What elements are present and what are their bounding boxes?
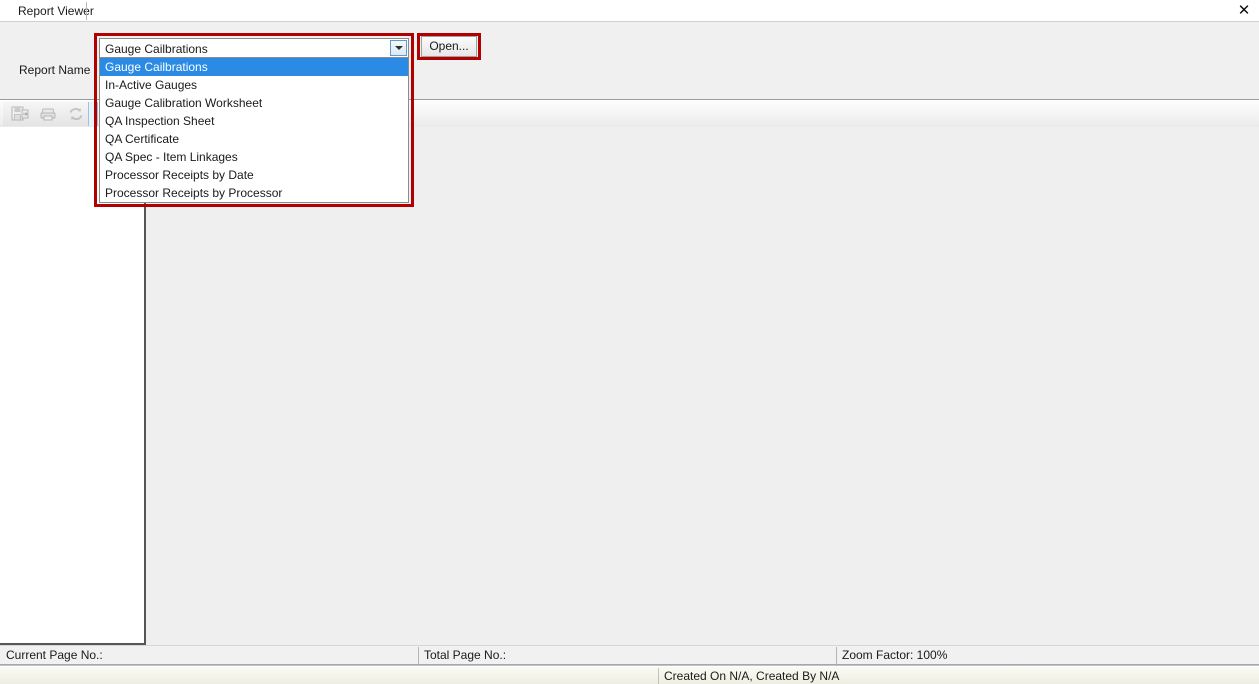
report-content-area[interactable] (146, 127, 1259, 645)
dropdown-option[interactable]: QA Inspection Sheet (100, 112, 408, 130)
zoom-factor-status: Zoom Factor: 100% (842, 648, 948, 662)
status-bar: Current Page No.: Total Page No.: Zoom F… (0, 645, 1259, 664)
current-page-status: Current Page No.: (2, 647, 419, 664)
created-info-label: Created On N/A, Created By N/A (658, 668, 839, 684)
total-page-status: Total Page No.: (420, 647, 837, 664)
dropdown-option[interactable]: QA Spec - Item Linkages (100, 148, 408, 166)
refresh-icon[interactable] (65, 105, 87, 123)
tab-divider (86, 2, 87, 20)
tab-label: Report Viewer (18, 4, 94, 18)
export-icon[interactable] (9, 105, 31, 123)
dropdown-option[interactable]: Gauge Cailbrations (100, 58, 408, 76)
bottom-info-bar: Created On N/A, Created By N/A (0, 666, 1259, 684)
close-icon[interactable]: ✕ (1233, 0, 1255, 20)
print-icon[interactable] (37, 105, 59, 123)
dropdown-option[interactable]: In-Active Gauges (100, 76, 408, 94)
dropdown-option[interactable]: Processor Receipts by Date (100, 166, 408, 184)
dropdown-option[interactable]: Gauge Calibration Worksheet (100, 94, 408, 112)
report-name-dropdown-list[interactable]: Gauge Cailbrations In-Active Gauges Gauge … (99, 58, 409, 203)
dropdown-option[interactable]: QA Certificate (100, 130, 408, 148)
tab-strip: Report Viewer ✕ (0, 0, 1259, 22)
open-button[interactable]: Open... (421, 36, 477, 57)
tab-report-viewer[interactable]: Report Viewer (8, 1, 104, 21)
report-name-combobox[interactable]: Gauge Cailbrations (99, 38, 409, 58)
dropdown-option[interactable]: Processor Receipts by Processor (100, 184, 408, 202)
report-name-label: Report Name (19, 63, 91, 77)
toolbar-separator (88, 102, 98, 126)
viewer-body (0, 127, 1259, 645)
toolbar-button-group (3, 102, 89, 126)
combobox-value: Gauge Cailbrations (105, 42, 208, 56)
chevron-down-glyph (394, 46, 403, 50)
thumbnail-pane[interactable] (0, 127, 146, 645)
chevron-down-icon[interactable] (390, 40, 407, 56)
